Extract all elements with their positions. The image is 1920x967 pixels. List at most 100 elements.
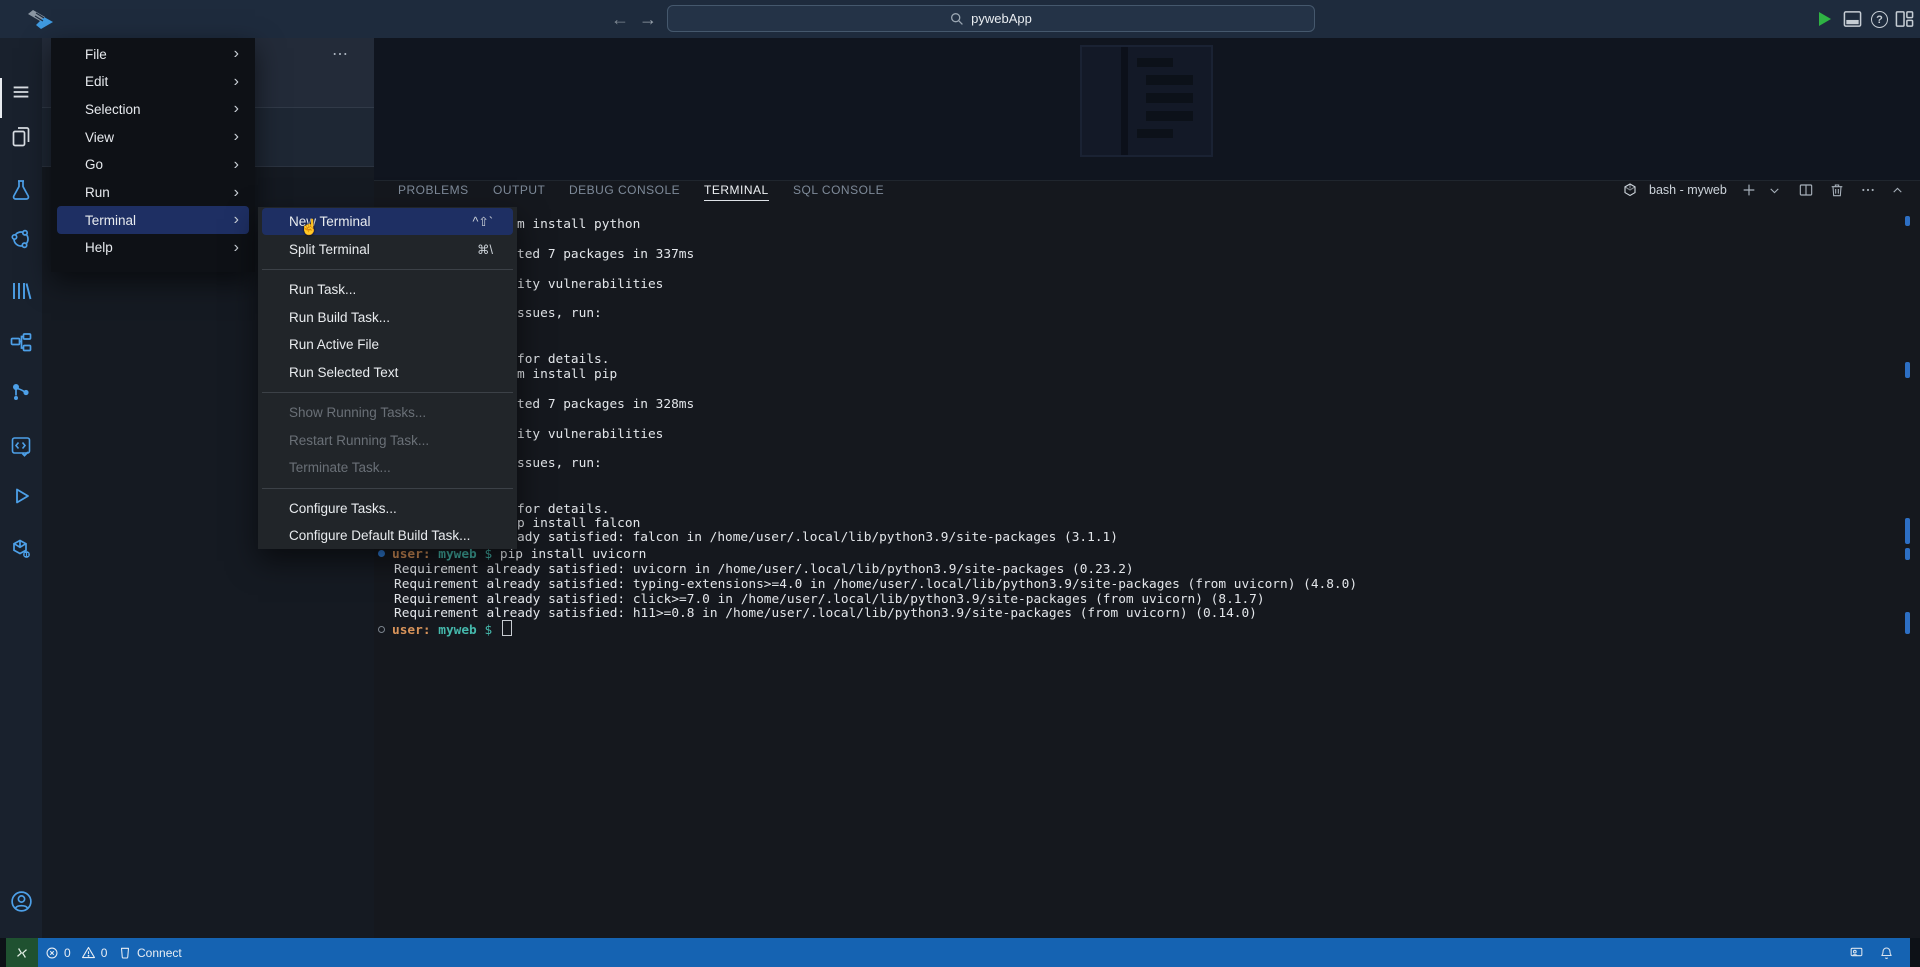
menu-item-edit[interactable]: Edit› — [51, 68, 255, 96]
help-button[interactable]: ? — [1871, 11, 1888, 28]
menu-item-label: File — [85, 47, 107, 62]
menu-item-selection[interactable]: Selection › — [51, 95, 255, 123]
chevron-right-icon: › — [234, 128, 239, 146]
run-view-icon[interactable] — [8, 483, 34, 509]
app-window: ← → pywebApp ? — [0, 0, 1920, 967]
placeholder-bar — [1146, 75, 1193, 85]
panel-tab-output[interactable]: OUTPUT — [493, 180, 545, 200]
terminal-cursor — [502, 620, 512, 636]
panel-more-actions-icon[interactable] — [1860, 182, 1876, 198]
submenu-item-show-running-tasks: Show Running Tasks... — [258, 399, 517, 426]
command-success-dot-icon — [378, 550, 385, 557]
menu-item-label: Selection — [85, 102, 141, 117]
chevron-right-icon: › — [234, 211, 239, 229]
prompt-host: myweb — [431, 547, 477, 562]
menu-hamburger-icon[interactable] — [8, 79, 34, 105]
remote-indicator[interactable] — [6, 938, 38, 967]
layout-customize-button[interactable] — [1893, 8, 1915, 30]
command-search-box[interactable]: pywebApp — [667, 5, 1315, 32]
error-count: 0 — [64, 946, 71, 960]
placeholder-bar — [1146, 93, 1193, 103]
terminal-prompt-line: user: myweb $ — [378, 620, 512, 639]
panel-tab-sql-console[interactable]: SQL CONSOLE — [793, 180, 884, 200]
maximize-panel-icon[interactable] — [1891, 184, 1904, 197]
submenu-item-label: Terminate Task... — [289, 460, 391, 475]
panel-tab-debug-console[interactable]: DEBUG CONSOLE — [569, 180, 680, 200]
run-app-button[interactable] — [1813, 8, 1835, 30]
menu-item-go[interactable]: Go› — [51, 151, 255, 179]
connect-label: Connect — [137, 946, 182, 960]
submenu-separator — [262, 488, 513, 489]
submenu-item-label: Split Terminal — [289, 242, 370, 257]
terminal-dropdown-icon[interactable] — [1768, 184, 1781, 197]
scrollbar-command-mark — [1905, 612, 1910, 634]
prompt-host: myweb — [431, 623, 477, 638]
panel-tab-problems[interactable]: PROBLEMS — [398, 180, 469, 200]
submenu-item-label: Configure Default Build Task... — [289, 528, 470, 543]
terminal-line: m install pip — [517, 366, 617, 383]
prompt-symbol: $ — [477, 623, 500, 638]
submenu-item-label: Run Task... — [289, 282, 356, 297]
chevron-right-icon: › — [234, 184, 239, 202]
title-bar: ← → pywebApp ? — [0, 0, 1920, 38]
menu-item-label: Run — [85, 185, 110, 200]
submenu-item-configure-tasks[interactable]: Configure Tasks... — [258, 495, 517, 522]
chevron-right-icon: › — [234, 45, 239, 63]
nav-back-button[interactable]: ← — [608, 6, 632, 32]
scrollbar-command-mark — [1905, 548, 1910, 560]
submenu-item-run-selected-text[interactable]: Run Selected Text — [258, 359, 517, 386]
submenu-item-run-active-file[interactable]: Run Active File — [258, 331, 517, 358]
menu-item-view[interactable]: View › — [51, 123, 255, 151]
kill-terminal-trash-icon[interactable] — [1829, 182, 1845, 198]
problems-status-item[interactable]: 0 0 — [45, 938, 107, 967]
beaker-tests-icon[interactable] — [8, 177, 34, 203]
shortcut-hint: ⌘\ — [477, 242, 493, 257]
placeholder-divider — [1121, 47, 1128, 155]
placeholder-bar — [1137, 129, 1173, 138]
toggle-panel-button[interactable] — [1841, 8, 1863, 30]
new-terminal-icon[interactable] — [1741, 182, 1757, 198]
menu-item-help[interactable]: Help› — [51, 234, 255, 262]
menu-item-label: Terminal — [85, 213, 136, 228]
submenu-item-label: Configure Tasks... — [289, 501, 397, 516]
terminal-submenu: New Terminal^⇧`Split Terminal⌘\Run Task.… — [258, 207, 517, 549]
nav-forward-button[interactable]: → — [636, 6, 660, 32]
library-icon[interactable] — [8, 278, 34, 304]
terminal-line: ssues, run: — [517, 305, 602, 322]
extensions-plug-icon[interactable] — [8, 536, 34, 562]
sidebar-more-actions-button[interactable]: ⋯ — [332, 44, 349, 64]
submenu-item-restart-running-task: Restart Running Task... — [258, 427, 517, 454]
chevron-right-icon: › — [234, 100, 239, 118]
menu-item-label: View — [85, 130, 114, 145]
submenu-item-split-terminal[interactable]: Split Terminal ⌘\ — [258, 236, 517, 263]
split-terminal-icon[interactable] — [1798, 182, 1814, 198]
notifications-bell-icon[interactable] — [1879, 945, 1894, 961]
terminal-session-label[interactable]: bash - myweb — [1649, 183, 1727, 197]
scrollbar-command-mark — [1905, 518, 1910, 544]
prompt-command: pip install uvicorn — [500, 547, 646, 562]
connect-status-item[interactable]: Connect — [118, 938, 182, 967]
submenu-item-run-build-task[interactable]: Run Build Task... — [258, 304, 517, 331]
account-icon[interactable] — [8, 888, 34, 914]
feedback-icon[interactable] — [1848, 945, 1865, 961]
code-check-icon[interactable] — [8, 433, 34, 459]
menu-item-terminal[interactable]: Terminal › — [57, 206, 249, 234]
prompt-user: user: — [392, 623, 431, 638]
submenu-item-run-task[interactable]: Run Task... — [258, 276, 517, 303]
error-icon — [45, 946, 59, 960]
mouse-cursor-pointer: ☝ — [300, 218, 319, 236]
share-network-icon[interactable] — [8, 226, 34, 252]
menu-item-label: Go — [85, 157, 103, 172]
panel-tab-terminal[interactable]: TERMINAL — [704, 180, 769, 201]
branch-graph-icon[interactable] — [8, 380, 34, 406]
terminal-line: ssues, run: — [517, 455, 602, 472]
submenu-item-configure-default-build-task[interactable]: Configure Default Build Task... — [258, 522, 517, 549]
submenu-separator — [262, 269, 513, 270]
terminal-line: ted 7 packages in 328ms — [517, 396, 694, 413]
files-explorer-icon[interactable] — [8, 124, 34, 150]
menu-item-run[interactable]: Run › — [51, 179, 255, 207]
hierarchy-icon[interactable] — [8, 330, 34, 356]
menu-item-file[interactable]: File › — [51, 40, 255, 68]
shortcut-hint: ^⇧` — [472, 214, 493, 229]
active-view-indicator — [0, 78, 2, 118]
